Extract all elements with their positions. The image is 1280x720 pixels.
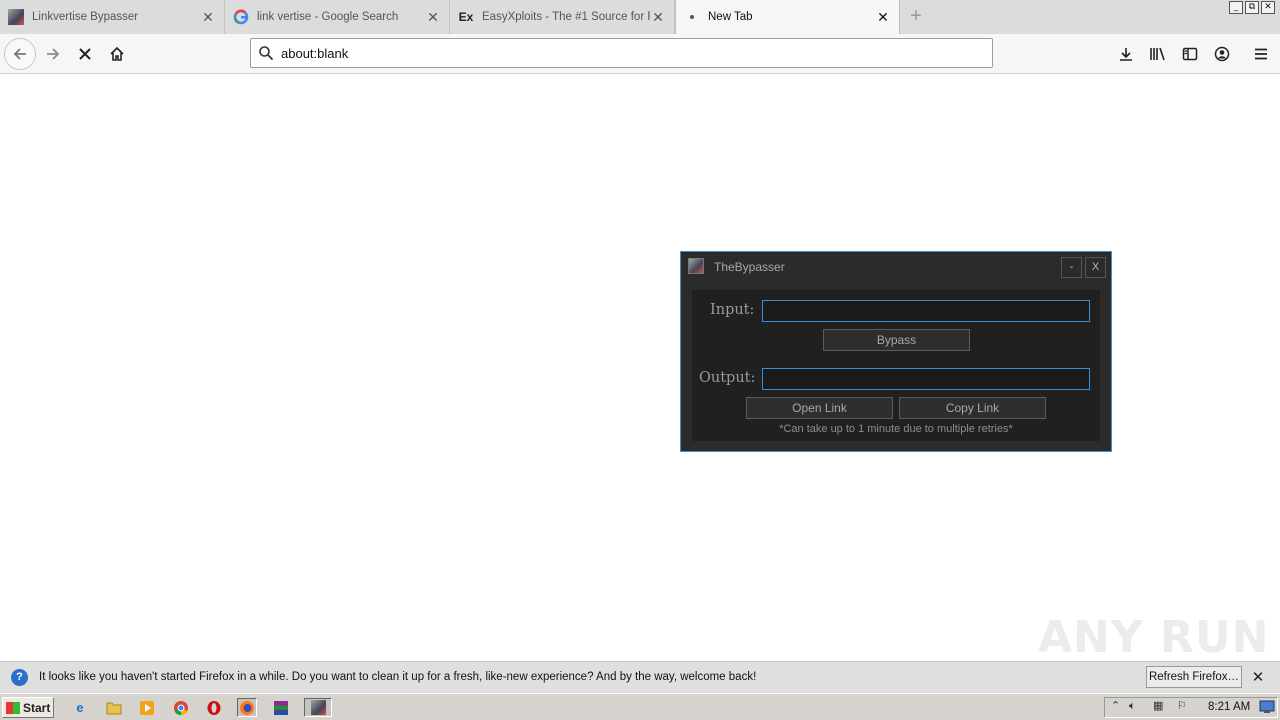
network-icon[interactable]: ▦ <box>1153 699 1163 712</box>
winrar-icon[interactable] <box>271 698 291 717</box>
window-maximize-button[interactable]: ⧉ <box>1245 1 1259 14</box>
url-bar[interactable] <box>250 38 993 68</box>
library-icon <box>1150 47 1165 61</box>
tab-title: Linkvertise Bypasser <box>32 11 139 23</box>
tab-close-icon[interactable]: ✕ <box>875 9 891 26</box>
link-input[interactable] <box>762 300 1090 322</box>
sidebar-icon <box>1182 47 1198 61</box>
retry-note: *Can take up to 1 minute due to multiple… <box>779 423 1013 435</box>
start-label: Start <box>23 700 51 715</box>
info-icon: ? <box>11 669 28 686</box>
bypasser-minimize-button[interactable]: - <box>1061 257 1082 278</box>
stop-icon <box>79 48 91 60</box>
output-label: Output: <box>699 370 756 386</box>
speaker-icon[interactable]: 🔈︎ <box>1129 699 1136 713</box>
tab-title: EasyXploits - The #1 Source for R <box>482 11 650 23</box>
refresh-notification-bar: ? It looks like you haven't started Fire… <box>0 661 1280 693</box>
notification-close-button[interactable]: ✕ <box>1250 668 1266 686</box>
flag-icon[interactable]: ⚐ <box>1177 699 1187 712</box>
bypasser-app-icon <box>310 700 326 715</box>
account-icon <box>1214 46 1230 62</box>
back-arrow-icon <box>13 48 26 60</box>
easyxploits-icon: Ex <box>458 10 474 24</box>
notification-text: It looks like you haven't started Firefo… <box>39 671 757 683</box>
bypasser-panel: Input: Bypass Output: Open Link Copy Lin… <box>692 290 1100 441</box>
url-input[interactable] <box>281 45 992 61</box>
forward-arrow-icon <box>47 48 60 60</box>
bypasser-app-icon <box>8 9 24 25</box>
tab-close-icon[interactable]: ✕ <box>425 9 441 26</box>
chrome-icon[interactable] <box>171 698 191 717</box>
menu-button[interactable] <box>1245 38 1277 70</box>
bypasser-titlebar[interactable]: TheBypasser - X <box>681 252 1111 282</box>
bypasser-close-button[interactable]: X <box>1085 257 1106 278</box>
folder-icon[interactable] <box>104 698 124 717</box>
bypasser-app-icon <box>688 258 704 274</box>
google-icon <box>233 9 249 25</box>
window-close-button[interactable]: ✕ <box>1261 1 1275 14</box>
tab-close-icon[interactable]: ✕ <box>200 9 216 26</box>
clock[interactable]: 8:21 AM <box>1208 701 1250 713</box>
firefox-icon[interactable] <box>237 698 257 717</box>
windows-logo-icon <box>6 701 20 714</box>
sidebar-button[interactable] <box>1174 38 1206 70</box>
tab-easyxploits[interactable]: Ex EasyXploits - The #1 Source for R ✕ <box>450 0 675 34</box>
refresh-firefox-button[interactable]: Refresh Firefox… <box>1146 666 1242 688</box>
stop-button[interactable] <box>69 38 101 70</box>
tab-close-icon[interactable]: ✕ <box>650 9 666 26</box>
chevron-up-icon[interactable]: ⌃ <box>1111 699 1120 712</box>
link-output[interactable] <box>762 368 1090 390</box>
library-button[interactable] <box>1142 38 1174 70</box>
open-link-button[interactable]: Open Link <box>746 397 893 419</box>
download-icon <box>1120 48 1132 61</box>
tab-new-tab[interactable]: New Tab ✕ <box>675 0 900 34</box>
start-button[interactable]: Start <box>2 697 54 718</box>
media-player-icon[interactable] <box>137 698 157 717</box>
tab-title: link vertise - Google Search <box>257 11 399 23</box>
input-label: Input: <box>710 302 755 318</box>
home-icon <box>110 46 124 61</box>
bypasser-window: TheBypasser - X Input: Bypass Output: Op… <box>680 251 1112 452</box>
show-desktop-icon[interactable] <box>1258 699 1276 715</box>
back-button[interactable] <box>4 38 36 70</box>
internet-explorer-icon[interactable]: e <box>70 698 90 717</box>
window-minimize-button[interactable]: _ <box>1229 1 1243 14</box>
downloads-button[interactable] <box>1110 38 1142 70</box>
new-tab-button[interactable]: + <box>904 4 928 28</box>
loading-dot-icon <box>684 9 700 25</box>
copy-link-button[interactable]: Copy Link <box>899 397 1046 419</box>
system-tray: ⌃ 🔈︎ ▦ ⚐ <box>1104 697 1278 718</box>
anyrun-watermark: ANY RUN <box>1038 612 1270 663</box>
bypasser-taskbar-button[interactable] <box>304 698 332 717</box>
forward-button[interactable] <box>37 38 69 70</box>
tab-linkvertise-bypasser[interactable]: Linkvertise Bypasser ✕ <box>0 0 225 34</box>
bypass-button[interactable]: Bypass <box>823 329 970 351</box>
home-button[interactable] <box>101 38 133 70</box>
tab-title: New Tab <box>708 11 753 23</box>
search-icon <box>251 45 281 61</box>
taskbar: Start e ⌃ 🔈︎ ▦ ⚐ 8:21 AM <box>0 693 1280 720</box>
tab-google-search[interactable]: link vertise - Google Search ✕ <box>225 0 450 34</box>
navigation-toolbar <box>0 34 1280 74</box>
account-button[interactable] <box>1206 38 1238 70</box>
menu-icon <box>1255 48 1267 60</box>
tab-strip: Linkvertise Bypasser ✕ link vertise - Go… <box>0 0 1280 34</box>
bypasser-title: TheBypasser <box>714 260 785 274</box>
opera-icon[interactable] <box>204 698 224 717</box>
